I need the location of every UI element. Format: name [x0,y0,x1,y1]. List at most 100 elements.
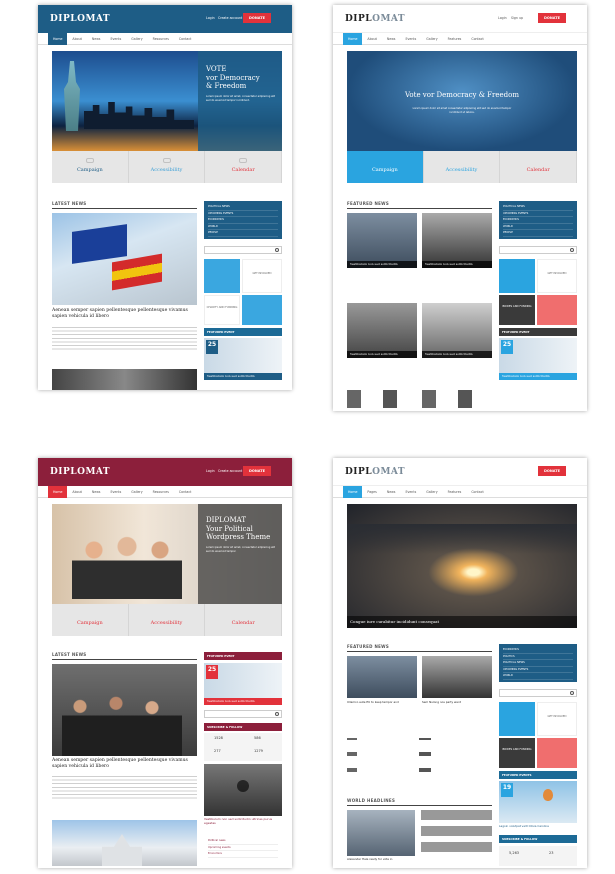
event-image[interactable]: 25 Vestibulum non sed sollicitudin [204,663,282,705]
megaphone-tile[interactable] [499,702,535,736]
news-caption[interactable]: Aenean semper sapien pellentesque pellen… [52,308,197,320]
news-image-3[interactable]: Vestibulum non sed sollicitudin [347,303,417,358]
nav-features[interactable]: Features [443,486,467,498]
nav-about[interactable]: About [67,33,86,45]
nav-resources[interactable]: Resources [148,33,174,45]
thumbs-up-tile[interactable] [537,738,577,768]
nav-events[interactable]: Events [400,486,421,498]
eu-flags-image[interactable] [52,213,197,305]
rss-count[interactable]: 5,263 [509,851,519,855]
donate-button[interactable]: DONATE [243,13,271,23]
cat-people[interactable]: PEOPLE [208,230,278,237]
news-image-4[interactable]: Vestibulum non sed sollicitudin [422,303,492,358]
capitol-image[interactable] [52,820,197,866]
hero-slider[interactable]: DIPLOMAT Your Political Wordpress Theme … [52,504,282,604]
donate-button[interactable]: DONATE [243,466,271,476]
nav-news[interactable]: News [87,33,106,45]
nav-contact[interactable]: Contact [174,486,196,498]
funding-tile[interactable]: BRIDES AND FUNDING [499,738,535,768]
news-caption-1[interactable]: Ullamco aute EU to keep tempor and [347,700,417,705]
get-involved-tile[interactable]: GET INVOLVED [537,259,577,293]
meeting-image[interactable] [52,664,197,756]
thumbs-up-tile[interactable] [242,295,282,325]
feature-accessibility[interactable]: Accessibility [423,151,501,183]
nav-home[interactable]: Home [343,32,363,45]
nav-home[interactable]: Home [343,485,363,498]
megaphone-tile[interactable] [499,259,535,293]
nav-gallery[interactable]: Gallery [126,486,147,498]
feature-campaign[interactable]: Campaign [347,151,424,183]
nav-resources[interactable]: Resources [148,486,174,498]
signup-link[interactable]: Sign up [511,16,523,20]
login-link[interactable]: Login [206,16,215,20]
news-caption[interactable]: Aenean semper sapien pellentesque pellen… [52,758,197,770]
donate-button[interactable]: DONATE [538,13,566,23]
nav-gallery[interactable]: Gallery [421,33,442,45]
play-icon[interactable] [237,780,249,792]
facebook-count[interactable]: 277 [214,749,221,753]
nav-about[interactable]: About [67,486,86,498]
event-image[interactable]: 25 Vestibulum non sed sollicitudin [204,338,282,380]
nav-events[interactable]: Events [400,33,421,45]
search-input[interactable] [499,246,577,254]
login-link[interactable]: Login [206,469,215,473]
create-account-link[interactable]: Create account [218,16,242,20]
twitter-count[interactable]: 1279 [254,749,263,753]
man-in-suit-image[interactable] [52,369,197,390]
hero-slider[interactable]: VOTE vor Democracy & Freedom Lorem ipsum… [52,51,282,151]
nav-news[interactable]: News [87,486,106,498]
feature-calendar[interactable]: Calendar [500,151,578,183]
thumbs-up-tile[interactable] [537,295,577,325]
megaphone-tile[interactable] [204,259,240,293]
video-image[interactable] [204,764,282,816]
feature-accessibility[interactable]: Accessibility [128,151,206,183]
hero-slider[interactable]: Vote vor Democracy & Freedom Lorem ipsum… [347,51,577,151]
feature-calendar[interactable]: Calendar [205,604,283,636]
nav-events[interactable]: Events [105,33,126,45]
rss-count[interactable]: 1528 [214,736,223,740]
news-caption-2[interactable]: Sem Nulong nos party went [422,700,492,705]
nav-contact[interactable]: Contact [466,486,488,498]
feature-calendar[interactable]: Calendar [205,151,283,183]
get-involved-tile[interactable]: GET INVOLVED [242,259,282,293]
get-involved-tile[interactable]: GET INVOLVED [537,702,577,736]
search-input[interactable] [204,710,282,718]
charity-tile[interactable]: CHARITY AND FUNDING [204,295,240,325]
event-image[interactable]: 25 Vestibulum non sed sollicitudin [499,338,577,380]
hero-caption[interactable]: Congue iure curabitur incididunt consequ… [347,616,577,628]
site-logo[interactable]: DIPLOMAT [50,14,110,24]
railway-hero-image[interactable]: Congue iure curabitur incididunt consequ… [347,504,577,628]
news-image-2[interactable]: Vestibulum non sed sollicitudin [422,213,492,268]
feature-campaign[interactable]: Campaign [52,604,129,636]
search-input[interactable] [204,246,282,254]
nav-events[interactable]: Events [105,486,126,498]
gplus-count[interactable]: 23 [549,851,553,855]
nav-pages[interactable]: Pages [362,486,381,498]
menu-economics[interactable]: Economics [208,851,278,858]
nav-contact[interactable]: Contact [466,33,488,45]
event-caption[interactable]: Lagoin volutpat velit Olivia Carolina [499,824,577,829]
balloon-image[interactable]: 19 [499,781,577,823]
feature-campaign[interactable]: Campaign [52,151,129,183]
nav-about[interactable]: About [362,33,381,45]
feature-accessibility[interactable]: Accessibility [128,604,206,636]
news-image-1[interactable]: Vestibulum non sed sollicitudin [347,213,417,268]
funding-tile[interactable]: BRIDES AND FUNDING [499,295,535,325]
nav-contact[interactable]: Contact [174,33,196,45]
cat-people[interactable]: PEOPLE [503,230,573,237]
nav-news[interactable]: News [382,486,401,498]
login-link[interactable]: Login [498,16,507,20]
nav-news[interactable]: News [382,33,401,45]
nav-features[interactable]: Features [443,33,467,45]
nav-home[interactable]: Home [48,32,68,45]
site-logo[interactable]: DIPLOMAT [50,467,110,477]
nav-gallery[interactable]: Gallery [126,33,147,45]
video-caption[interactable]: Vestibulum non sed sollicitudin ultrices… [204,817,282,825]
site-logo[interactable]: DIPLOMAT [345,14,405,24]
news-image-1[interactable] [347,656,417,698]
search-input[interactable] [499,689,577,697]
create-account-link[interactable]: Create account [218,469,242,473]
news-image-2[interactable] [422,656,492,698]
donate-button[interactable]: DONATE [538,466,566,476]
nav-home[interactable]: Home [48,485,68,498]
